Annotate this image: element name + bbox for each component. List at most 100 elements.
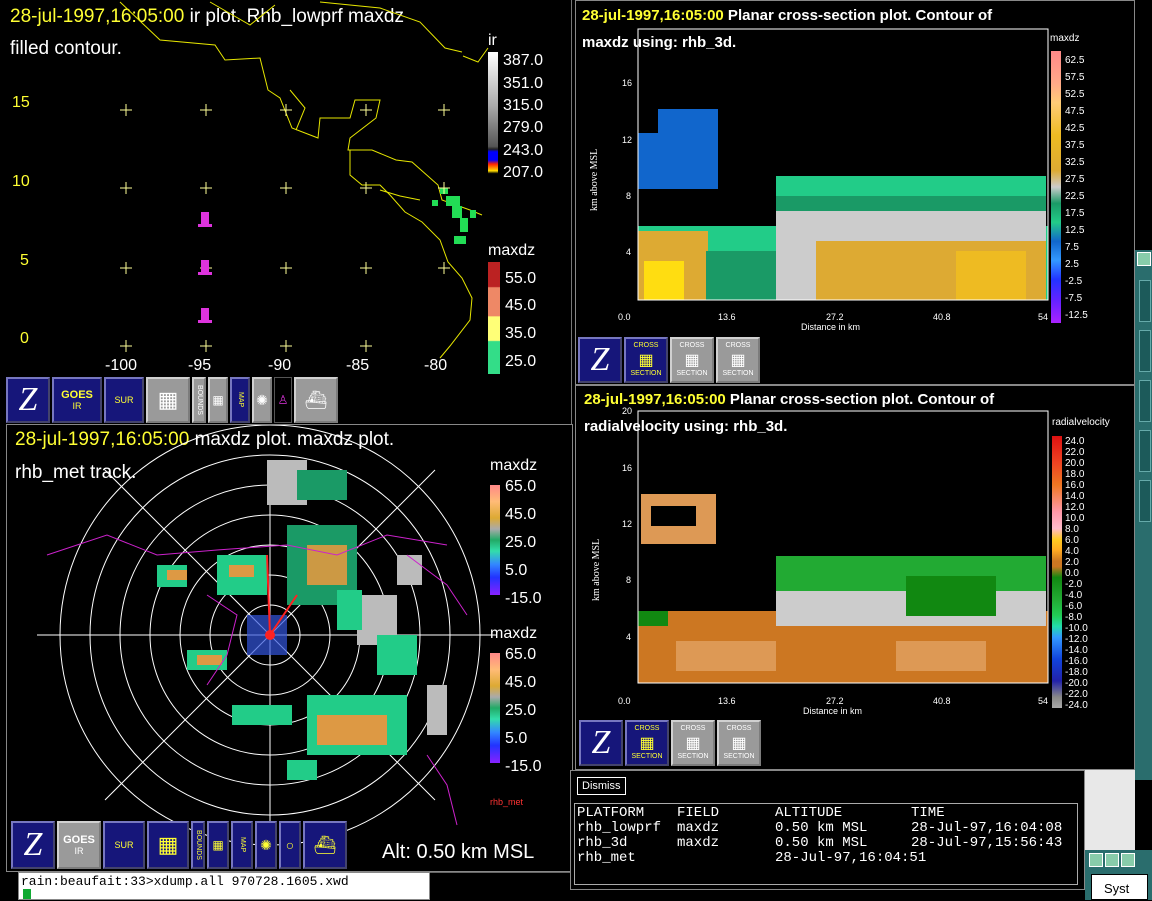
sur-label: SUR [114, 395, 134, 405]
goes-label: GOES [63, 834, 95, 846]
cross2-ylabel: km above MSL [591, 538, 602, 601]
surface-button[interactable]: SUR [104, 377, 144, 423]
grid-small-button[interactable]: ▦ [208, 377, 228, 423]
legend-value: 18.0 [1065, 469, 1085, 480]
legend-value: -24.0 [1065, 700, 1088, 711]
polar-button[interactable]: ✺ [255, 821, 277, 869]
goes-ir-button[interactable]: GOES IR [52, 377, 102, 423]
zeb-z-button[interactable]: Z [11, 821, 55, 869]
legend-value: 57.5 [1065, 72, 1085, 83]
ir-legend-value: 207.0 [503, 164, 544, 181]
cross-section-button[interactable]: CROSS ▦ SECTION [624, 337, 668, 383]
circle-button[interactable]: ○ [279, 821, 301, 869]
ir-legend-value: 387.0 [503, 52, 544, 69]
legend-value: 16.0 [1065, 480, 1085, 491]
grid-small-button[interactable]: ▦ [207, 821, 229, 869]
side-button[interactable] [1139, 380, 1151, 422]
section-label: SECTION [631, 753, 663, 760]
table-cell: rhb_3d [577, 835, 628, 851]
cross-section-button-3[interactable]: CROSS ▦ SECTION [716, 337, 760, 383]
cross2-ytick: 16 [622, 463, 633, 473]
ir-legend-value: 315.0 [503, 97, 544, 114]
bounds-button[interactable]: BOUNDS [192, 377, 206, 423]
platform-button[interactable]: ♙ [274, 377, 292, 423]
radar-legend1-value: -15.0 [505, 590, 542, 607]
legend-value: 47.5 [1065, 106, 1085, 117]
ship-button[interactable]: ⛴ [303, 821, 347, 869]
cross-section-button-2[interactable]: CROSS ▦ SECTION [670, 337, 714, 383]
zeb-z-button[interactable]: Z [578, 337, 622, 383]
radar-legend1-value: 5.0 [505, 562, 528, 579]
table-cell: 28-Jul-97,16:04:08 [911, 820, 1063, 836]
table-row: rhb_3d maxdz 0.50 km MSL 28-Jul-97,15:56:43 [577, 836, 1077, 851]
track-label: rhb_met [490, 797, 524, 807]
taskbar-corner: Syst [1085, 850, 1152, 900]
side-button[interactable] [1139, 280, 1151, 322]
zeb-z-button[interactable]: Z [579, 720, 623, 766]
ship-icon: ⛴ [313, 834, 337, 855]
cross2-xtick: 13.6 [718, 696, 736, 706]
side-button[interactable] [1139, 430, 1151, 472]
cross-section-button-3[interactable]: CROSS ▦ SECTION [717, 720, 761, 766]
table-cell: maxdz [677, 820, 720, 836]
z-logo-icon: Z [590, 341, 610, 378]
ir-maxdz-value: 45.0 [505, 297, 537, 314]
cross2-xtick: 27.2 [826, 696, 844, 706]
ir-xtick: -100 [105, 357, 138, 374]
legend-value: 6.0 [1065, 535, 1079, 546]
terminal-tail [430, 872, 570, 901]
ir-plot-window: 28-jul-1997,16:05:00 ir plot. Rhb_lowprf… [0, 0, 572, 425]
bounds-button[interactable]: BOUNDS [191, 821, 205, 869]
ir-ytick: 5 [20, 252, 29, 269]
terminal-window[interactable]: rain:beaufait:33>xdump.all 970728.1605.x… [18, 872, 430, 900]
window-icon[interactable] [1137, 252, 1151, 266]
cross1-ylabel: km above MSL [589, 148, 600, 211]
table-cell: 0.50 km MSL [775, 820, 868, 836]
radar-legend1-bar [490, 485, 500, 595]
polar-icon: ✺ [260, 836, 272, 853]
ir-toolbar: Z GOES IR SUR ▦ BOUNDS ▦ MAP ✺ ♙ ⛴ [6, 377, 338, 423]
ir-legend-bar [488, 52, 498, 187]
polar-button[interactable]: ✺ [252, 377, 272, 423]
ir-maxdz-legend-bar [488, 262, 500, 374]
legend-value: 4.0 [1065, 546, 1079, 557]
table-cell: rhb_lowprf [577, 820, 662, 836]
zeb-z-button[interactable]: Z [6, 377, 50, 423]
cube-icon: ▦ [638, 352, 654, 369]
platform-info-panel: Dismiss PLATFORM FIELD ALTITUDE TIME rhb_low… [570, 770, 1085, 890]
ir-xtick: -95 [188, 357, 212, 374]
window-icon[interactable] [1121, 853, 1135, 867]
surface-button[interactable]: SUR [103, 821, 145, 869]
legend-value: 52.5 [1065, 89, 1085, 100]
ship-button[interactable]: ⛴ [294, 377, 338, 423]
window-icon[interactable] [1089, 853, 1103, 867]
side-button[interactable] [1139, 330, 1151, 372]
legend-value: -22.0 [1065, 689, 1088, 700]
goes-ir-button[interactable]: GOES IR [57, 821, 101, 869]
map-button[interactable]: MAP [230, 377, 250, 423]
section-label: SECTION [723, 753, 755, 760]
cross1-ytick: 16 [622, 78, 633, 88]
skewt-grid-button[interactable]: ▦ [146, 377, 190, 423]
window-icon[interactable] [1105, 853, 1119, 867]
legend-value: 24.0 [1065, 436, 1085, 447]
cube-icon: ▦ [684, 352, 700, 369]
dismiss-button[interactable]: Dismiss [577, 777, 626, 795]
table-cell: maxdz [677, 835, 720, 851]
cross2-ytick: 4 [626, 632, 632, 642]
side-button[interactable] [1139, 480, 1151, 522]
cross2-ytick: 8 [626, 575, 632, 585]
cross2-xtick: 40.8 [933, 696, 951, 706]
cross-section-button[interactable]: CROSS ▦ SECTION [625, 720, 669, 766]
grid-icon: ▦ [157, 387, 179, 412]
cross-section-button-2[interactable]: CROSS ▦ SECTION [671, 720, 715, 766]
radar-ppi-canvas[interactable] [7, 425, 573, 872]
cube-icon: ▦ [730, 352, 746, 369]
z-logo-icon: Z [591, 724, 611, 761]
cross2-xtick: 0.0 [618, 696, 631, 706]
map-button[interactable]: MAP [231, 821, 253, 869]
skewt-grid-button[interactable]: ▦ [147, 821, 189, 869]
goes-label: GOES [61, 389, 93, 401]
cube-icon: ▦ [731, 735, 747, 752]
system-button[interactable]: Syst [1091, 874, 1148, 900]
